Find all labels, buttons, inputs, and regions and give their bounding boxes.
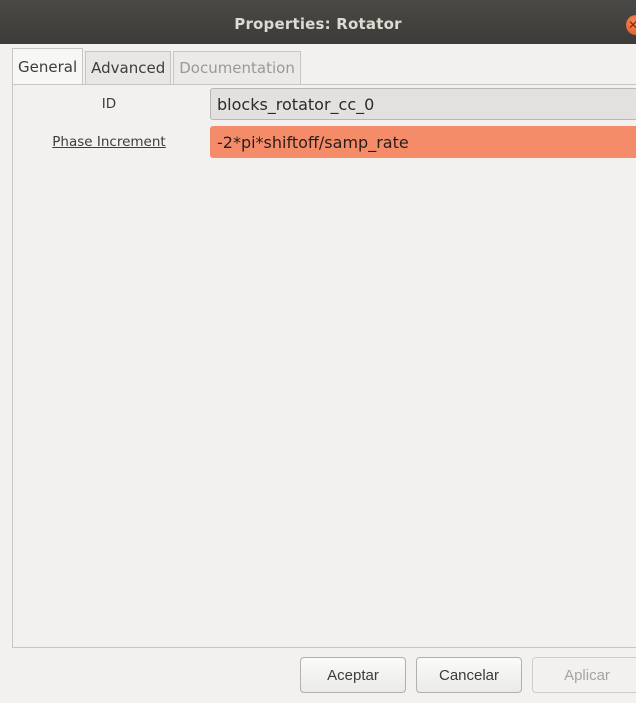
phase-increment-row: Phase Increment -2*pi*shiftoff/samp_rate (13, 125, 636, 159)
id-value: blocks_rotator_cc_0 (217, 94, 375, 114)
accept-button[interactable]: Aceptar (300, 657, 406, 693)
close-button[interactable]: ✕ (626, 15, 636, 35)
tab-general-label: General (18, 57, 78, 76)
tab-documentation-label: Documentation (179, 59, 295, 77)
dialog-button-bar: Aceptar Cancelar Aplicar (0, 648, 636, 703)
window-titlebar[interactable]: Properties: Rotator ✕ (0, 0, 636, 44)
tab-general[interactable]: General (12, 48, 84, 84)
tab-advanced[interactable]: Advanced (85, 51, 172, 84)
cancel-button[interactable]: Cancelar (416, 657, 522, 693)
general-properties-panel: ID blocks_rotator_cc_0 Phase Increment -… (12, 84, 636, 648)
phase-increment-field[interactable]: -2*pi*shiftoff/samp_rate (210, 126, 636, 158)
id-label: ID (101, 96, 117, 112)
phase-increment-label: Phase Increment (52, 134, 166, 150)
id-row: ID blocks_rotator_cc_0 (13, 87, 636, 121)
tab-advanced-label: Advanced (91, 59, 166, 77)
tab-documentation[interactable]: Documentation (173, 51, 301, 84)
phase-increment-value: -2*pi*shiftoff/samp_rate (217, 132, 409, 152)
window-title: Properties: Rotator (234, 15, 402, 33)
close-icon: ✕ (627, 18, 636, 32)
id-field[interactable]: blocks_rotator_cc_0 (210, 88, 636, 120)
properties-tabs: General Advanced Documentation (12, 48, 303, 84)
apply-button[interactable]: Aplicar (532, 657, 636, 693)
